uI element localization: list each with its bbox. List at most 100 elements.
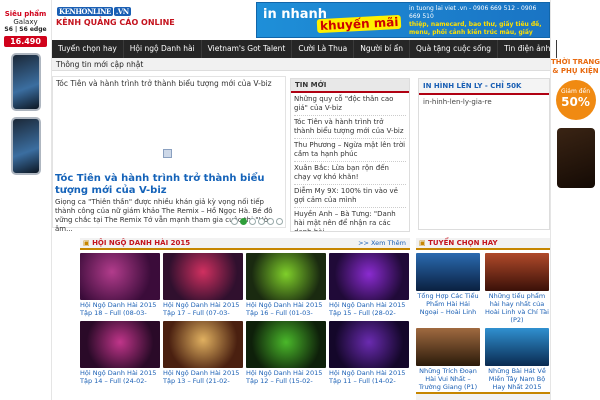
- subnav-label: Thông tin mới cập nhật: [56, 60, 144, 69]
- slider-dot[interactable]: [249, 218, 256, 225]
- latest-news-box: TIN MỚI Những quy cỗ "độc thân cao giá" …: [290, 78, 410, 232]
- phone-image-2: [10, 117, 41, 175]
- video-thumbnail[interactable]: [80, 321, 160, 368]
- video-grid: Hội Ngộ Danh Hài 2015 Tập 18 – Full (08-…: [80, 253, 410, 385]
- sale-label: Giảm đến: [560, 88, 591, 95]
- video-card[interactable]: Hội Ngộ Danh Hài 2015 Tập 12 – Full (15-…: [246, 321, 326, 385]
- list-item[interactable]: Những quy cỗ "độc thân cao giá" của V-bi…: [294, 93, 406, 116]
- logo-tld: .VN: [113, 7, 131, 16]
- slider-dot[interactable]: [258, 218, 265, 225]
- left-side-ad[interactable]: Siêu phẩm Galaxy S6 | S6 edge 16.490: [0, 0, 52, 400]
- ad-price: 16.490: [4, 36, 47, 47]
- video-thumbnail[interactable]: [329, 321, 409, 368]
- slider-dot[interactable]: [231, 218, 238, 225]
- side-video-card[interactable]: Những Bài Hát Về Miền Tây Nam Bộ Hay Nhấ…: [485, 328, 549, 399]
- ad-line1: Siêu phẩm: [4, 10, 47, 18]
- right-side-ad[interactable]: THỜI TRANG & PHỤ KIỆN Giảm đến 50%: [550, 0, 600, 400]
- site-logo[interactable]: KENHONLINE .VN KÊNH QUẢNG CÁO ONLINE: [56, 3, 175, 27]
- side-video-card[interactable]: Tổng Hợp Các Tiểu Phẩm Hài Hải Ngoại – H…: [416, 253, 480, 324]
- video-thumbnail[interactable]: [485, 328, 549, 366]
- video-thumbnail[interactable]: [246, 321, 326, 368]
- video-thumbnail[interactable]: [416, 253, 480, 291]
- slider-description: Giọng ca "Thiên thần" được nhiều khán gi…: [55, 198, 273, 233]
- site-header: KENHONLINE .VN KÊNH QUẢNG CÁO ONLINE in n…: [52, 0, 550, 40]
- logo-brand: KENHONLINE: [57, 7, 113, 16]
- banner-services: thiệp, namecard, bao thư, giấy tiêu đề, …: [409, 21, 542, 36]
- nav-item-vietnams-got-talent[interactable]: Vietnam's Got Talent: [202, 40, 293, 58]
- slider-top-title[interactable]: Tóc Tiên và hành trình trở thành biểu tư…: [53, 77, 285, 90]
- video-caption[interactable]: Hội Ngộ Danh Hài 2015 Tập 15 – Full (28-…: [329, 301, 409, 317]
- slider-pagination: [231, 218, 283, 225]
- sale-value: 50%: [561, 95, 590, 109]
- subnav-bar: Thông tin mới cập nhật: [52, 58, 550, 71]
- video-card[interactable]: Hội Ngộ Danh Hài 2015 Tập 13 – Full (21-…: [163, 321, 243, 385]
- slider-headline[interactable]: Tóc Tiên và hành trình trở thành biểu tư…: [55, 173, 285, 197]
- slider-dot[interactable]: [276, 218, 283, 225]
- banner-promo-text: khuyến mãi: [316, 14, 402, 34]
- video-thumbnail[interactable]: [329, 253, 409, 300]
- slider-dot-active[interactable]: [240, 218, 247, 225]
- video-caption[interactable]: Những tiểu phẩm hài hay nhất của Hoài Li…: [485, 292, 549, 324]
- list-item[interactable]: Xuân Bắc: Lừa bạn rộn đến chạy vợ khó kh…: [294, 162, 406, 185]
- main-nav: Tuyển chọn hay Hội ngộ Danh hài Vietnam'…: [52, 40, 558, 58]
- banner-contact: in tuong lai viet .vn - 0906 669 512 - 0…: [409, 5, 537, 20]
- video-caption[interactable]: Hội Ngộ Danh Hài 2015 Tập 12 – Full (15-…: [246, 369, 326, 385]
- video-caption[interactable]: Tổng Hợp Các Tiểu Phẩm Hài Hải Ngoại – H…: [416, 292, 480, 324]
- video-caption[interactable]: Hội Ngộ Danh Hài 2015 Tập 11 – Full (14-…: [329, 369, 409, 385]
- print-cup-title[interactable]: IN HÌNH LÊN LY - CHỈ 50K: [419, 79, 549, 95]
- see-more-link[interactable]: >> Xem Thêm: [358, 239, 410, 247]
- video-thumbnail[interactable]: [163, 321, 243, 368]
- nav-item-tuyen-chon-hay[interactable]: Tuyển chọn hay: [52, 40, 124, 58]
- video-card[interactable]: Hội Ngộ Danh Hài 2015 Tập 11 – Full (14-…: [329, 321, 409, 385]
- print-cup-box: IN HÌNH LÊN LY - CHỈ 50K in-hinh-len-ly-…: [418, 78, 550, 230]
- nav-item-cuoi-la-thua[interactable]: Cười Là Thua: [292, 40, 355, 58]
- video-card[interactable]: Hội Ngộ Danh Hài 2015 Tập 18 – Full (08-…: [80, 253, 160, 317]
- section-header-hoi-ngo: HỘI NGỘ DANH HÀI 2015 >> Xem Thêm: [80, 238, 410, 250]
- video-thumbnail[interactable]: [485, 253, 549, 291]
- nav-item-qua-tang-cuoc-song[interactable]: Quà tặng cuộc sống: [410, 40, 499, 58]
- side-video-card[interactable]: Những tiểu phẩm hài hay nhất của Hoài Li…: [485, 253, 549, 324]
- galaxy-ad-text: Siêu phẩm Galaxy S6 | S6 edge 16.490: [0, 0, 51, 47]
- video-thumbnail[interactable]: [416, 328, 480, 366]
- nav-item-nguoi-bi-an[interactable]: Người bí ẩn: [354, 40, 410, 58]
- print-banner-ad[interactable]: in nhanh khuyến mãi in tuong lai viet .v…: [256, 2, 550, 38]
- bag-image: [556, 128, 595, 188]
- video-card[interactable]: Hội Ngộ Danh Hài 2015 Tập 14 – Full (24-…: [80, 321, 160, 385]
- video-caption[interactable]: Hội Ngộ Danh Hài 2015 Tập 18 – Full (08-…: [80, 301, 160, 317]
- section-header-tuyen-chon: TUYỂN CHỌN HAY: [416, 238, 550, 250]
- featured-slider[interactable]: Tóc Tiên và hành trình trở thành biểu tư…: [52, 76, 286, 233]
- sale-badge: Giảm đến 50%: [555, 80, 596, 120]
- slider-dot[interactable]: [267, 218, 274, 225]
- print-cup-image-alt[interactable]: in-hinh-len-ly-gia-re: [419, 95, 549, 109]
- video-card[interactable]: Hội Ngộ Danh Hài 2015 Tập 17 – Full (07-…: [163, 253, 243, 317]
- list-item[interactable]: Diễm My 9X: 100% tin vào vẻ gợi cảm của …: [294, 185, 406, 208]
- news-title: TIN MỚI: [291, 79, 409, 93]
- video-thumbnail[interactable]: [80, 253, 160, 300]
- side-video-grid: Tổng Hợp Các Tiểu Phẩm Hài Hải Ngoại – H…: [416, 253, 550, 399]
- banner-details: in tuong lai viet .vn - 0906 669 512 - 0…: [409, 5, 549, 37]
- video-caption[interactable]: Hội Ngộ Danh Hài 2015 Tập 17 – Full (07-…: [163, 301, 243, 317]
- ad-line3: S6 | S6 edge: [4, 26, 47, 33]
- video-thumbnail[interactable]: [163, 253, 243, 300]
- list-item[interactable]: Tóc Tiên và hành trình trở thành biểu tư…: [294, 116, 406, 139]
- video-caption[interactable]: Hội Ngộ Danh Hài 2015 Tập 14 – Full (24-…: [80, 369, 160, 385]
- video-thumbnail[interactable]: [246, 253, 326, 300]
- section-title[interactable]: TUYỂN CHỌN HAY: [416, 239, 498, 247]
- nav-item-tin-dien-anh[interactable]: Tin điện ảnh: [498, 40, 558, 58]
- nav-item-hoi-ngo-danh-hai[interactable]: Hội ngộ Danh hài: [124, 40, 202, 58]
- side-video-card[interactable]: Những Trích Đoạn Hài Vui Nhất – Trường G…: [416, 328, 480, 399]
- list-item[interactable]: Huyền Anh – Bà Tưng: "Danh hài mật nên đ…: [294, 208, 406, 231]
- section-title[interactable]: HỘI NGỘ DANH HÀI 2015: [80, 239, 190, 247]
- ad-line2: Galaxy: [13, 18, 38, 26]
- video-caption[interactable]: Hội Ngộ Danh Hài 2015 Tập 13 – Full (21-…: [163, 369, 243, 385]
- video-card[interactable]: Hội Ngộ Danh Hài 2015 Tập 16 – Full (01-…: [246, 253, 326, 317]
- next-section-header: [416, 392, 550, 400]
- logo-tagline: KÊNH QUẢNG CÁO ONLINE: [56, 18, 175, 27]
- phone-image: [10, 53, 41, 111]
- list-item[interactable]: Thu Phương – Ngừa mật lên trời cầm ta hạ…: [294, 139, 406, 162]
- news-list: Những quy cỗ "độc thân cao giá" của V-bi…: [291, 93, 409, 231]
- ad-fashion-title: THỜI TRANG & PHỤ KIỆN: [551, 58, 600, 75]
- broken-image-icon: [163, 149, 172, 158]
- video-card[interactable]: Hội Ngộ Danh Hài 2015 Tập 15 – Full (28-…: [329, 253, 409, 317]
- video-caption[interactable]: Hội Ngộ Danh Hài 2015 Tập 16 – Full (01-…: [246, 301, 326, 317]
